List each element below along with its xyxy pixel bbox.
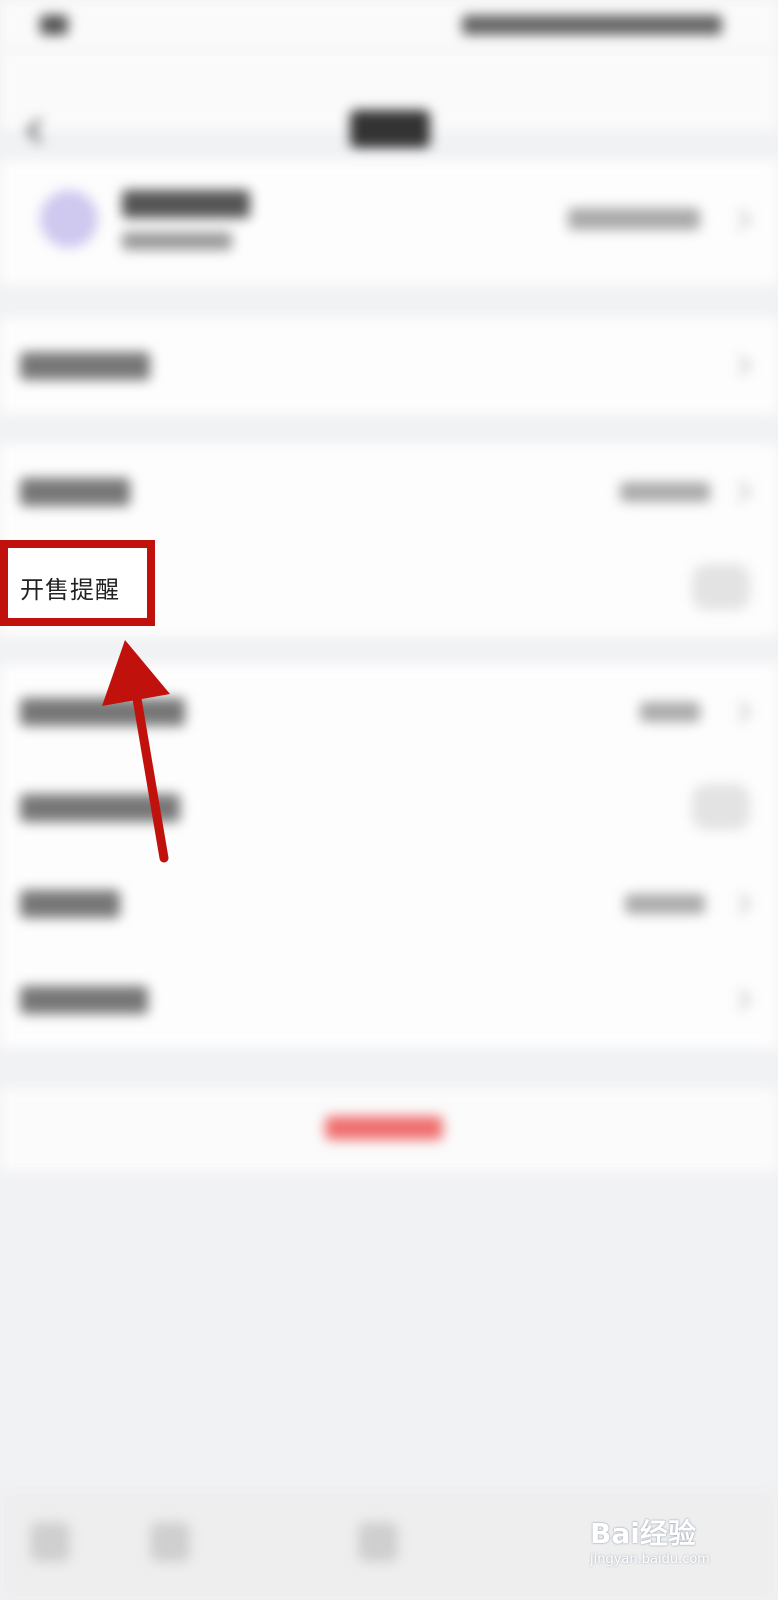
watermark-url: jingyan.baidu.com	[590, 1552, 710, 1567]
arrow-head	[102, 640, 170, 706]
arrow-shaft	[128, 670, 169, 863]
annotation-arrow	[102, 640, 170, 863]
watermark-brand: Bai经验	[590, 1517, 696, 1550]
watermark: Bai经验 jingyan.baidu.com	[590, 1490, 770, 1570]
